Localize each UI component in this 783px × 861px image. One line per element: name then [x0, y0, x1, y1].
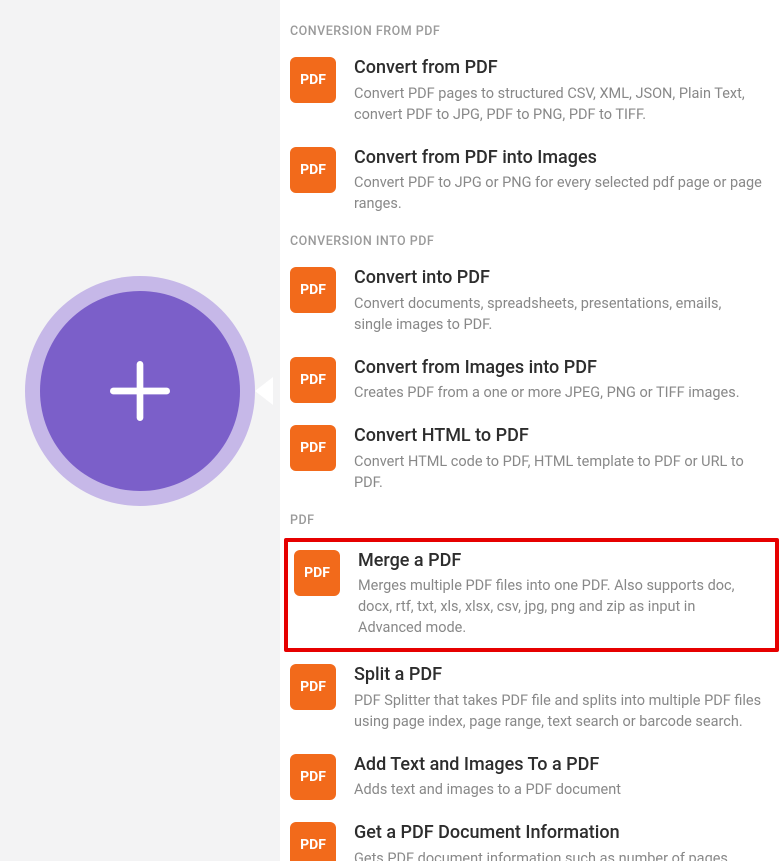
pdf-icon: PDF: [290, 425, 336, 471]
pdf-icon: PDF: [290, 664, 336, 710]
section-header-conversion-into-pdf: CONVERSION INTO PDF: [280, 228, 783, 259]
action-item-description: Convert HTML code to PDF, HTML template …: [354, 451, 763, 493]
action-item-body: Add Text and Images To a PDFAdds text an…: [354, 754, 773, 801]
action-item-title: Convert from Images into PDF: [354, 357, 763, 380]
action-item-description: Creates PDF from a one or more JPEG, PNG…: [354, 382, 763, 403]
pdf-icon: PDF: [290, 57, 336, 103]
add-button-glow: [25, 276, 255, 506]
action-item-title: Convert from PDF: [354, 57, 763, 80]
action-item-description: Gets PDF document information such as nu…: [354, 848, 763, 861]
action-item-title: Merge a PDF: [358, 550, 759, 573]
action-item-title: Convert HTML to PDF: [354, 425, 763, 448]
action-item-description: Convert PDF to JPG or PNG for every sele…: [354, 172, 763, 214]
action-item-convert-from-pdf[interactable]: PDF Convert from PDF Convert PDF pages to …: [280, 49, 783, 139]
action-item-title: Add Text and Images To a PDF: [354, 754, 763, 777]
action-item-body: Convert from PDF into ImagesConvert PDF …: [354, 147, 773, 215]
section-header-pdf: PDF: [280, 507, 783, 538]
action-item-convert-from-pdf-into-images[interactable]: PDF Convert from PDF into ImagesConvert P…: [280, 139, 783, 229]
pdf-icon: PDF: [290, 147, 336, 193]
left-panel: [0, 0, 280, 861]
action-item-split-a-pdf[interactable]: PDF Split a PDF PDF Splitter that takes PD…: [280, 656, 783, 746]
action-item-body: Get a PDF Document Information Gets PDF d…: [354, 822, 773, 861]
pdf-icon: PDF: [290, 754, 336, 800]
action-item-description: PDF Splitter that takes PDF file and spl…: [354, 690, 763, 732]
action-item-add-text-and-images-to-a-pdf[interactable]: PDF Add Text and Images To a PDFAdds text…: [280, 746, 783, 815]
action-item-title: Convert into PDF: [354, 267, 763, 290]
action-item-body: Merge a PDFMerges multiple PDF files int…: [358, 550, 769, 639]
add-action-button[interactable]: [40, 291, 240, 491]
section-header-conversion-from-pdf: CONVERSION FROM PDF: [280, 18, 783, 49]
action-item-title: Split a PDF: [354, 664, 763, 687]
action-item-get-a-pdf-document-information[interactable]: PDF Get a PDF Document Information Gets PD…: [280, 814, 783, 861]
plus-icon: [100, 351, 180, 431]
pdf-icon: PDF: [290, 357, 336, 403]
action-item-convert-from-images-into-pdf[interactable]: PDF Convert from Images into PDFCreates P…: [280, 349, 783, 418]
action-list-panel: CONVERSION FROM PDFPDFConvert from PDFCo…: [280, 0, 783, 861]
action-item-description: Convert documents, spreadsheets, present…: [354, 293, 763, 335]
action-item-convert-html-to-pdf[interactable]: PDF Convert HTML to PDF Convert HTML code …: [280, 417, 783, 507]
action-item-description: Merges multiple PDF files into one PDF. …: [358, 575, 759, 638]
pdf-icon: PDF: [294, 550, 340, 596]
highlight-box: PDF Merge a PDFMerges multiple PDF files …: [284, 538, 779, 653]
popover-arrow: [255, 377, 273, 405]
action-item-description: Convert PDF pages to structured CSV, XML…: [354, 83, 763, 125]
action-item-body: Convert HTML to PDF Convert HTML code to …: [354, 425, 773, 493]
action-item-body: Convert from PDF Convert PDF pages to str…: [354, 57, 773, 125]
action-item-body: Convert from Images into PDFCreates PDF …: [354, 357, 773, 404]
action-item-description: Adds text and images to a PDF document: [354, 779, 763, 800]
action-item-convert-into-pdf[interactable]: PDF Convert into PDF Convert documents, sp…: [280, 259, 783, 349]
action-item-body: Convert into PDF Convert documents, sprea…: [354, 267, 773, 335]
action-item-title: Get a PDF Document Information: [354, 822, 763, 845]
action-item-title: Convert from PDF into Images: [354, 147, 763, 170]
action-item-merge-a-pdf[interactable]: PDF Merge a PDFMerges multiple PDF files …: [294, 548, 769, 639]
pdf-icon: PDF: [290, 822, 336, 861]
pdf-icon: PDF: [290, 267, 336, 313]
action-item-body: Split a PDF PDF Splitter that takes PDF f…: [354, 664, 773, 732]
